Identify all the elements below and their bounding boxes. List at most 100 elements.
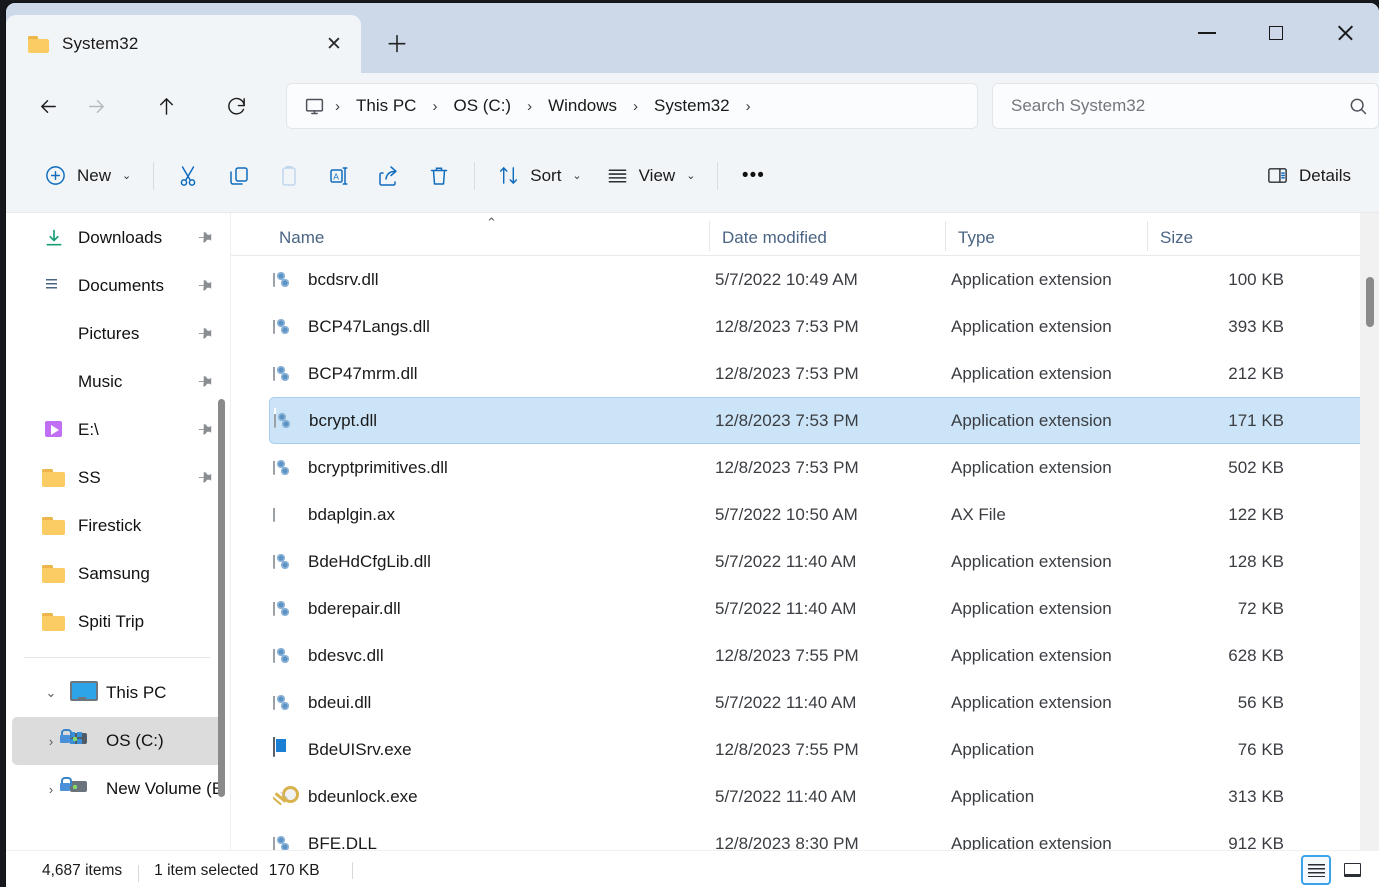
search-box[interactable]: Search System32 [992, 83, 1379, 129]
sidebar-item-new-volume-e[interactable]: › New Volume (E [12, 765, 224, 813]
share-button[interactable] [364, 153, 414, 199]
file-date: 5/7/2022 11:40 AM [715, 692, 857, 712]
details-view-toggle[interactable] [1301, 855, 1331, 885]
navigation-pane[interactable]: Downloads Documents Pictures Music E:\ S… [6, 213, 231, 850]
see-more-button[interactable]: ••• [728, 153, 778, 199]
copy-button[interactable] [214, 153, 264, 199]
column-header-type[interactable]: Type [945, 221, 1147, 251]
table-row[interactable]: BCP47Langs.dll 12/8/2023 7:53 PM Applica… [269, 303, 1375, 350]
breadcrumb-system32[interactable]: System32 [644, 91, 740, 121]
divider [351, 862, 353, 879]
sidebar-item-this-pc[interactable]: ⌄ This PC [12, 669, 224, 717]
view-label: View [638, 165, 676, 185]
music-icon [42, 370, 66, 394]
table-row[interactable]: BdeUISrv.exe 12/8/2023 7:55 PM Applicati… [269, 726, 1375, 773]
file-list-scrollbar-thumb[interactable] [1366, 277, 1374, 327]
file-name-cell: bcrypt.dll [274, 407, 715, 434]
file-list-scrollbar[interactable] [1360, 213, 1379, 850]
cut-button[interactable] [164, 153, 214, 199]
up-button[interactable] [144, 84, 188, 128]
back-button[interactable] [26, 84, 70, 128]
this-pc-icon [70, 681, 94, 705]
file-type: Application extension [951, 833, 1112, 851]
sidebar-item-e-drive[interactable]: E:\ [12, 406, 224, 454]
table-row[interactable]: bcdsrv.dll 5/7/2022 10:49 AM Application… [269, 256, 1375, 303]
paste-button[interactable] [264, 153, 314, 199]
file-name: BFE.DLL [308, 833, 377, 851]
file-name: bdeunlock.exe [308, 786, 418, 806]
table-row[interactable]: bderepair.dll 5/7/2022 11:40 AM Applicat… [269, 585, 1375, 632]
dll-file-icon [273, 830, 295, 850]
tab-strip: System32 ✕ ＋ [6, 11, 417, 73]
breadcrumb-this-pc[interactable]: This PC [346, 91, 426, 121]
column-header-size[interactable]: Size [1147, 221, 1282, 251]
minimize-button[interactable] [1172, 3, 1241, 63]
breadcrumb-windows[interactable]: Windows [538, 91, 627, 121]
table-row[interactable]: bdaplgin.ax 5/7/2022 10:50 AM AX File 12… [269, 491, 1375, 538]
refresh-button[interactable] [214, 84, 258, 128]
file-size: 393 KB [1228, 316, 1284, 336]
sidebar-item-documents[interactable]: Documents [12, 262, 224, 310]
sidebar-item-label: Music [78, 372, 123, 391]
trash-icon [430, 167, 448, 185]
this-pc-root-icon[interactable] [299, 93, 329, 119]
column-header-date-modified[interactable]: Date modified [709, 221, 945, 251]
file-type: Application extension [951, 551, 1112, 571]
file-date: 12/8/2023 7:55 PM [715, 645, 859, 665]
breadcrumb-separator: › [335, 97, 340, 115]
close-tab-icon[interactable]: ✕ [317, 27, 351, 61]
breadcrumb-os-c[interactable]: OS (C:) [443, 91, 521, 121]
table-row-selected[interactable]: bcrypt.dll 12/8/2023 7:53 PM Application… [269, 397, 1375, 444]
chevron-right-icon[interactable]: › [42, 734, 60, 749]
details-pane-button[interactable]: Details [1254, 153, 1363, 199]
search-input[interactable]: Search System32 [1011, 96, 1348, 116]
sidebar-item-samsung[interactable]: Samsung [12, 550, 224, 598]
chevron-right-icon[interactable]: › [42, 782, 60, 797]
folder-icon [42, 562, 66, 586]
selection-info: 1 item selected 170 KB [138, 862, 335, 882]
file-type: Application extension [951, 645, 1112, 665]
maximize-button[interactable] [1241, 3, 1310, 63]
plus-circle-icon [46, 166, 65, 185]
file-list-pane[interactable]: ⌃ Name Date modified Type Size bcdsrv.dl… [231, 213, 1379, 850]
table-row[interactable]: bcryptprimitives.dll 12/8/2023 7:53 PM A… [269, 444, 1375, 491]
chevron-down-icon[interactable]: ⌄ [42, 685, 60, 701]
address-bar[interactable]: › This PC › OS (C:) › Windows › System32… [286, 83, 978, 129]
table-row[interactable]: bdeui.dll 5/7/2022 11:40 AM Application … [269, 679, 1375, 726]
tab-system32[interactable]: System32 ✕ [6, 15, 361, 73]
sidebar-item-music[interactable]: Music [12, 358, 224, 406]
view-button[interactable]: View ⌄ [594, 153, 708, 199]
large-icons-view-toggle[interactable] [1337, 855, 1367, 885]
new-button[interactable]: New ⌄ [32, 153, 143, 199]
sidebar-item-os-c[interactable]: › OS (C:) [12, 717, 224, 765]
column-header-name[interactable]: Name [231, 228, 709, 248]
sidebar-item-firestick[interactable]: Firestick [12, 502, 224, 550]
sidebar-scrollbar-thumb[interactable] [218, 399, 225, 797]
content-area: Downloads Documents Pictures Music E:\ S… [6, 213, 1379, 850]
view-toggles [1301, 855, 1367, 885]
file-name: BCP47Langs.dll [308, 316, 430, 336]
chevron-down-icon: ⌄ [572, 170, 582, 182]
delete-button[interactable] [414, 153, 464, 199]
breadcrumb-separator[interactable]: › [740, 98, 757, 115]
file-rows: bcdsrv.dll 5/7/2022 10:49 AM Application… [231, 256, 1379, 850]
forward-button[interactable] [74, 84, 118, 128]
close-window-button[interactable] [1310, 3, 1379, 63]
sidebar-item-downloads[interactable]: Downloads [12, 214, 224, 262]
sidebar-scrollbar[interactable] [216, 213, 228, 850]
table-row[interactable]: BCP47mrm.dll 12/8/2023 7:53 PM Applicati… [269, 350, 1375, 397]
svg-text:A: A [334, 171, 340, 181]
sort-button[interactable]: Sort ⌄ [485, 153, 593, 199]
table-row[interactable]: BdeHdCfgLib.dll 5/7/2022 11:40 AM Applic… [269, 538, 1375, 585]
sidebar-item-label: Firestick [78, 516, 142, 535]
file-type: Application extension [951, 457, 1112, 477]
file-date: 12/8/2023 7:53 PM [715, 457, 859, 477]
new-tab-button[interactable]: ＋ [377, 24, 417, 64]
table-row[interactable]: bdesvc.dll 12/8/2023 7:55 PM Application… [269, 632, 1375, 679]
table-row[interactable]: bdeunlock.exe 5/7/2022 11:40 AM Applicat… [269, 773, 1375, 820]
sidebar-item-ss[interactable]: SS [12, 454, 224, 502]
sidebar-item-pictures[interactable]: Pictures [12, 310, 224, 358]
rename-button[interactable]: A [314, 153, 364, 199]
sidebar-item-spiti-trip[interactable]: Spiti Trip [12, 598, 224, 646]
table-row[interactable]: BFE.DLL 12/8/2023 8:30 PM Application ex… [269, 820, 1375, 850]
